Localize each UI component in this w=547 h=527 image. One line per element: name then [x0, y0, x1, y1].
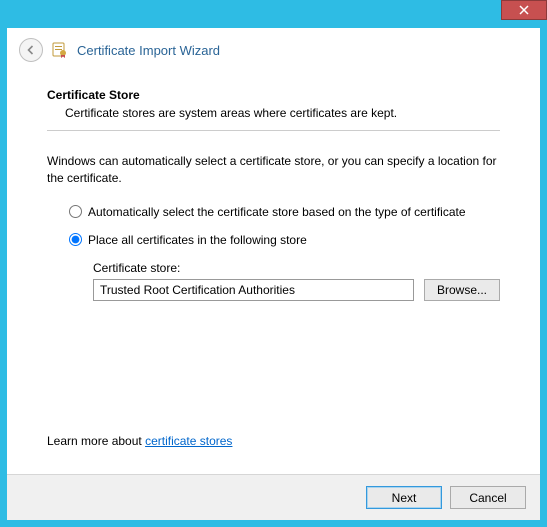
cancel-button[interactable]: Cancel	[450, 486, 526, 509]
wizard-header: Certificate Import Wizard	[7, 28, 540, 70]
instruction-text: Windows can automatically select a certi…	[47, 153, 500, 187]
section-title: Certificate Store	[47, 88, 500, 102]
close-button[interactable]	[501, 0, 547, 20]
learn-more: Learn more about certificate stores	[47, 434, 232, 448]
divider	[47, 130, 500, 131]
wizard-body: Certificate Store Certificate stores are…	[7, 70, 540, 301]
learn-more-prefix: Learn more about	[47, 434, 145, 448]
content-area: Certificate Import Wizard Certificate St…	[7, 28, 540, 520]
close-icon	[519, 5, 529, 15]
section-subtitle: Certificate stores are system areas wher…	[47, 106, 500, 120]
wizard-title: Certificate Import Wizard	[77, 43, 220, 58]
store-row: Browse...	[93, 279, 500, 301]
store-section: Certificate store: Browse...	[47, 261, 500, 301]
radio-manual-label: Place all certificates in the following …	[88, 233, 307, 247]
browse-button[interactable]: Browse...	[424, 279, 500, 301]
certificate-icon	[51, 41, 69, 59]
learn-more-link[interactable]: certificate stores	[145, 434, 232, 448]
back-button[interactable]	[19, 38, 43, 62]
wizard-window: Certificate Import Wizard Certificate St…	[0, 0, 547, 527]
back-arrow-icon	[25, 44, 37, 56]
store-input[interactable]	[93, 279, 414, 301]
radio-auto-select[interactable]: Automatically select the certificate sto…	[69, 205, 500, 219]
next-button[interactable]: Next	[366, 486, 442, 509]
radio-manual-input[interactable]	[69, 233, 82, 246]
store-field-label: Certificate store:	[93, 261, 500, 275]
radio-auto-label: Automatically select the certificate sto…	[88, 205, 466, 219]
footer: Next Cancel	[7, 474, 540, 520]
radio-auto-input[interactable]	[69, 205, 82, 218]
radio-manual-select[interactable]: Place all certificates in the following …	[69, 233, 500, 247]
titlebar	[0, 0, 547, 28]
store-radio-group: Automatically select the certificate sto…	[47, 205, 500, 247]
